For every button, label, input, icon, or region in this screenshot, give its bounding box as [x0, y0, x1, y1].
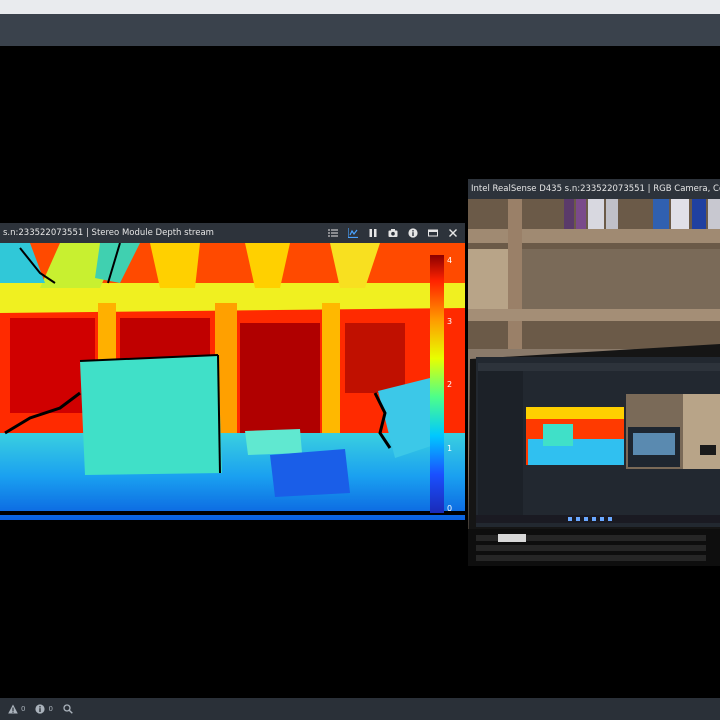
- info-circle-icon: [35, 704, 46, 714]
- color-stream-view[interactable]: [468, 199, 720, 566]
- list-icon[interactable]: [327, 227, 339, 239]
- colorbar-tick: 1: [447, 444, 452, 453]
- status-bar: 0 0: [0, 698, 720, 720]
- depth-window-title-bar[interactable]: s.n:233522073551 | Stereo Module Depth s…: [0, 223, 465, 243]
- info-indicator[interactable]: 0: [35, 704, 53, 714]
- minimize-icon[interactable]: [427, 227, 439, 239]
- color-image: [468, 199, 720, 566]
- depth-colorbar: [430, 255, 444, 513]
- search-icon: [63, 704, 73, 714]
- camera-icon[interactable]: [387, 227, 399, 239]
- pause-icon[interactable]: [367, 227, 379, 239]
- depth-stream-view[interactable]: 4 3 2 1 0: [0, 243, 465, 520]
- search-button[interactable]: [63, 704, 73, 714]
- depth-image: 4 3 2 1 0: [0, 243, 465, 520]
- colorbar-tick: 2: [447, 380, 452, 389]
- warning-icon: [8, 704, 18, 714]
- depth-window-title: s.n:233522073551 | Stereo Module Depth s…: [3, 228, 214, 238]
- info-count: 0: [48, 705, 53, 713]
- warnings-indicator[interactable]: 0: [8, 704, 25, 714]
- colorbar-tick: 4: [447, 256, 452, 265]
- color-window-title-bar[interactable]: Intel RealSense D435 s.n:233522073551 | …: [468, 179, 720, 199]
- info-icon[interactable]: [407, 227, 419, 239]
- depth-window-toolbar: [327, 223, 459, 243]
- app-toolbar: [0, 14, 720, 46]
- close-icon[interactable]: [447, 227, 459, 239]
- chart-icon[interactable]: [347, 227, 359, 239]
- color-window-title: Intel RealSense D435 s.n:233522073551 | …: [471, 184, 720, 194]
- warnings-count: 0: [21, 705, 26, 713]
- colorbar-tick: 3: [447, 317, 452, 326]
- colorbar-tick: 0: [447, 504, 452, 513]
- top-strip: [0, 0, 720, 14]
